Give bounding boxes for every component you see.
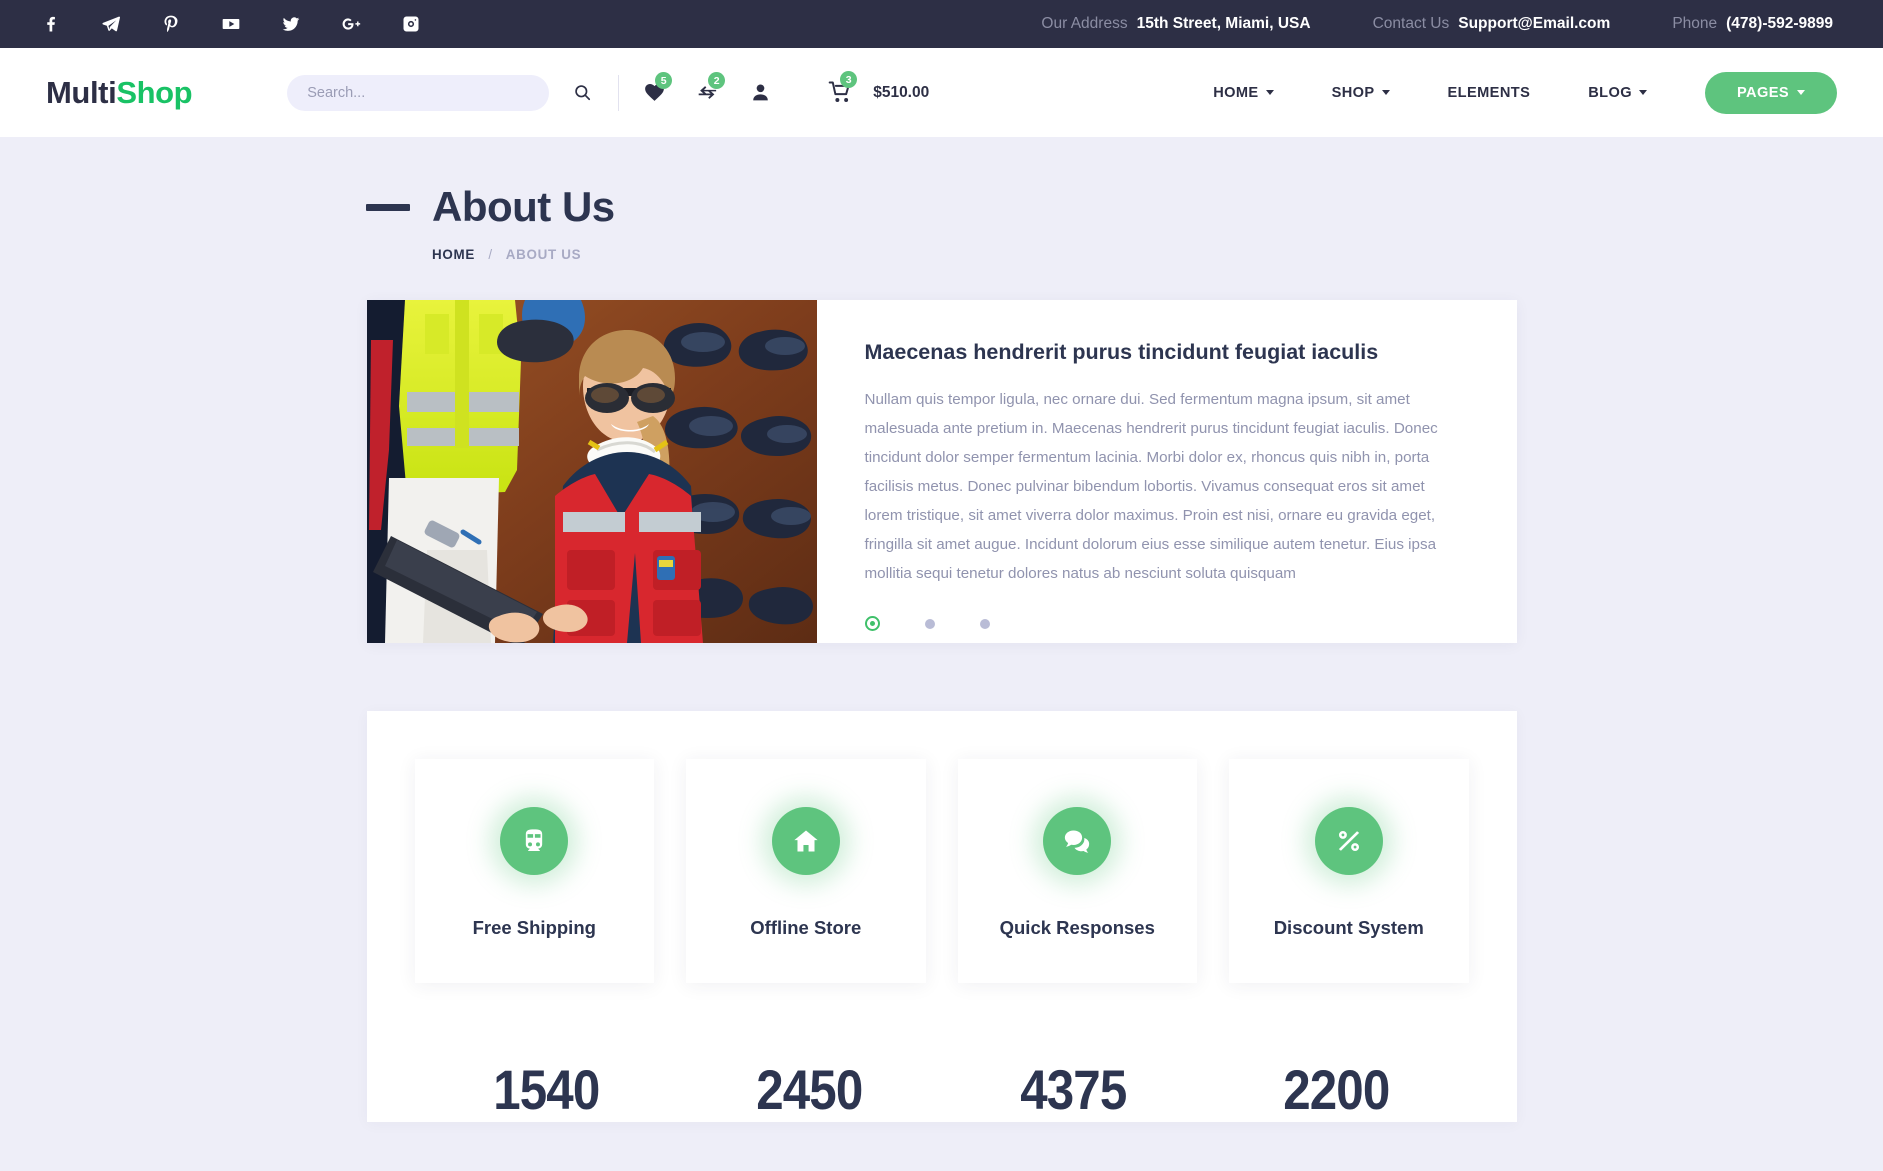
nav-label-elements: ELEMENTS (1447, 84, 1531, 101)
train-icon (500, 807, 569, 875)
google-plus-icon[interactable] (340, 13, 362, 35)
nav-item-home[interactable]: HOME (1213, 84, 1274, 101)
account-button[interactable] (749, 81, 772, 104)
feature-title: Free Shipping (472, 917, 596, 938)
social-links (40, 13, 422, 35)
page-title-row: About Us (366, 183, 1883, 231)
breadcrumb-current: ABOUT US (505, 247, 582, 262)
counter-4: 2200 (1205, 1057, 1469, 1122)
cart-icon-wrap[interactable]: 3 (828, 71, 858, 105)
feature-title: Offline Store (750, 917, 862, 938)
about-photo-illustration (366, 300, 817, 643)
nav-item-elements[interactable]: ELEMENTS (1448, 85, 1531, 101)
chevron-down-icon (1797, 90, 1805, 95)
address-value: 15th Street, Miami, USA (1136, 15, 1311, 32)
address-group: Our Address 15th Street, Miami, USA (1041, 15, 1310, 33)
carousel-dot-3[interactable] (979, 618, 990, 629)
main-header: MultiShop 5 2 3 (0, 48, 1883, 137)
youtube-icon[interactable] (220, 13, 242, 35)
site-logo[interactable]: MultiShop (46, 74, 193, 111)
telegram-icon[interactable] (100, 13, 122, 35)
about-panel: Maecenas hendrerit purus tincidunt feugi… (366, 300, 1517, 643)
counter-value: 4375 (1020, 1058, 1127, 1121)
comments-icon (1043, 807, 1112, 875)
nav-label-home: HOME (1213, 84, 1259, 101)
about-heading: Maecenas hendrerit purus tincidunt feugi… (864, 340, 1379, 364)
about-us-page: Our Address 15th Street, Miami, USA Cont… (0, 0, 1883, 1171)
feature-title: Quick Responses (999, 917, 1155, 938)
carousel-dot-2[interactable] (924, 618, 935, 629)
about-image (366, 300, 817, 643)
percent-icon (1314, 807, 1383, 875)
nav-label-shop: SHOP (1331, 84, 1375, 101)
counter-1: 1540 (415, 1057, 679, 1122)
feature-card-offline-store[interactable]: Offline Store (686, 759, 926, 983)
compare-badge: 2 (708, 72, 726, 89)
pinterest-icon[interactable] (160, 13, 182, 35)
contact-value[interactable]: Support@Email.com (1458, 15, 1610, 33)
header-divider (618, 74, 620, 111)
phone-label: Phone (1672, 15, 1718, 32)
contact-group: Contact Us Support@Email.com (1373, 15, 1611, 33)
counter-value: 2450 (756, 1058, 864, 1121)
features-row: Free Shipping Offline Store Quick Respon… (414, 759, 1469, 983)
top-contact-info: Our Address 15th Street, Miami, USA Cont… (979, 15, 1833, 33)
cart-total: $510.00 (873, 83, 930, 101)
logo-text-primary: Multi (46, 74, 117, 110)
chevron-down-icon (1265, 90, 1274, 95)
cart-badge: 3 (840, 71, 858, 88)
chevron-down-icon (1638, 90, 1647, 95)
search-button[interactable] (569, 80, 595, 106)
address-label: Our Address (1041, 15, 1128, 32)
header-actions: 5 2 3 $510.00 (643, 71, 930, 105)
counter-value: 2200 (1283, 1058, 1391, 1121)
wishlist-button[interactable]: 5 (643, 72, 673, 104)
about-paragraph: Nullam quis tempor ligula, nec ornare du… (864, 391, 1438, 582)
facebook-icon[interactable] (40, 13, 62, 35)
home-icon (771, 807, 840, 875)
contact-label: Contact Us (1372, 15, 1450, 32)
carousel-dots (864, 616, 1462, 631)
twitter-icon[interactable] (280, 13, 302, 35)
nav-label-pages: PAGES (1736, 84, 1789, 101)
feature-card-free-shipping[interactable]: Free Shipping (414, 759, 654, 983)
logo-text-accent: Shop (116, 74, 193, 110)
nav-item-blog[interactable]: BLOG (1588, 85, 1647, 101)
feature-card-discount-system[interactable]: Discount System (1229, 759, 1469, 983)
phone-group: Phone (478)-592-9899 (1672, 15, 1833, 33)
main-nav: HOME SHOP ELEMENTS BLOG PAGES (1155, 71, 1837, 114)
nav-label-blog: BLOG (1588, 84, 1632, 101)
carousel-dot-1[interactable] (864, 616, 880, 631)
counter-3: 4375 (942, 1057, 1206, 1122)
phone-value[interactable]: (478)-592-9899 (1726, 15, 1833, 33)
breadcrumb-home[interactable]: HOME (432, 247, 475, 262)
counter-value: 1540 (493, 1058, 600, 1121)
counter-2: 2450 (678, 1057, 942, 1122)
counters-row: 1540 2450 4375 2200 (415, 983, 1469, 1122)
chevron-down-icon (1381, 90, 1390, 95)
feature-title: Discount System (1273, 917, 1424, 938)
features-section: Free Shipping Offline Store Quick Respon… (366, 711, 1517, 1122)
compare-button[interactable]: 2 (696, 72, 726, 104)
page-title: About Us (432, 183, 615, 230)
page-banner: About Us HOME / ABOUT US (0, 137, 1883, 262)
about-content: Maecenas hendrerit purus tincidunt feugi… (817, 300, 1517, 643)
wishlist-badge: 5 (655, 72, 673, 89)
title-dash-decoration (366, 203, 410, 211)
feature-card-quick-responses[interactable]: Quick Responses (957, 759, 1197, 983)
nav-item-shop[interactable]: SHOP (1332, 85, 1390, 101)
instagram-icon[interactable] (400, 13, 422, 35)
nav-item-pages[interactable]: PAGES (1704, 71, 1837, 114)
cart-button[interactable]: 3 $510.00 (828, 71, 930, 105)
breadcrumb-separator: / (488, 247, 493, 262)
top-bar: Our Address 15th Street, Miami, USA Cont… (0, 0, 1883, 48)
breadcrumb: HOME / ABOUT US (432, 247, 1883, 262)
search-input[interactable] (287, 74, 550, 111)
search-area (287, 74, 595, 111)
